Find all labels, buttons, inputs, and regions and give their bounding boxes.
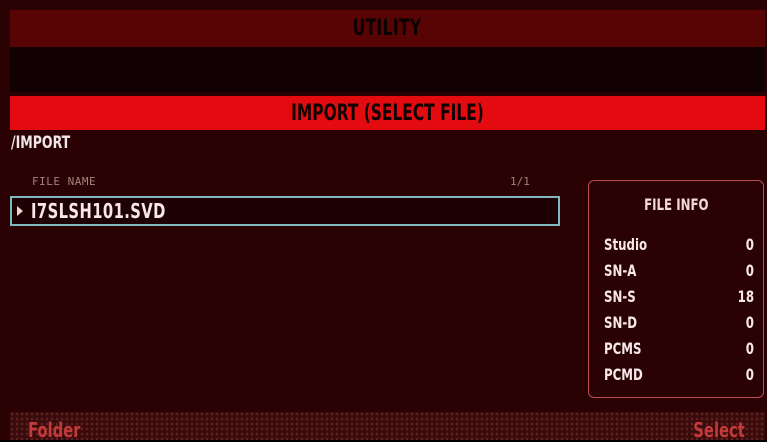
page-indicator: 1/1 (510, 175, 530, 188)
info-row-pcmd: PCMD 0 (604, 363, 754, 385)
current-path: /IMPORT (11, 133, 71, 153)
file-name-column-header: FILE NAME (32, 175, 97, 188)
softkey-bar: Folder Select (10, 412, 765, 442)
file-row-selected[interactable]: I7SLSH101.SVD (10, 196, 560, 226)
cursor-arrow-icon (17, 206, 23, 216)
info-value: 18 (737, 286, 754, 306)
info-row-pcms: PCMS 0 (604, 337, 754, 359)
info-value: 0 (745, 364, 754, 384)
sub-title: IMPORT (SELECT FILE) (291, 100, 484, 126)
file-info-title: FILE INFO (589, 195, 763, 214)
screen-title: UTILITY (353, 16, 422, 41)
info-value: 0 (745, 260, 754, 280)
info-label: PCMD (604, 364, 643, 384)
info-row-studio: Studio 0 (604, 233, 754, 255)
info-row-sn-s: SN-S 18 (604, 285, 754, 307)
header-spacer (10, 47, 765, 92)
info-label: SN-S (604, 286, 636, 306)
file-info-title-text: FILE INFO (643, 195, 709, 214)
file-list: I7SLSH101.SVD (10, 196, 565, 396)
info-value: 0 (745, 234, 754, 254)
utility-screen: UTILITY IMPORT (SELECT FILE) /IMPORT FIL… (0, 0, 767, 442)
select-softkey[interactable]: Select (693, 418, 745, 442)
info-label: SN-A (604, 260, 637, 280)
file-info-panel: FILE INFO Studio 0 SN-A 0 SN-S 18 SN-D 0… (588, 180, 764, 398)
info-row-sn-a: SN-A 0 (604, 259, 754, 281)
folder-softkey[interactable]: Folder (28, 418, 80, 442)
info-row-sn-d: SN-D 0 (604, 311, 754, 333)
file-name: I7SLSH101.SVD (31, 199, 166, 223)
title-bar: UTILITY (10, 10, 765, 47)
info-value: 0 (745, 338, 754, 358)
info-label: PCMS (604, 338, 642, 358)
info-label: SN-D (604, 312, 638, 332)
info-value: 0 (745, 312, 754, 332)
sub-title-bar: IMPORT (SELECT FILE) (10, 96, 765, 130)
info-label: Studio (604, 234, 648, 254)
